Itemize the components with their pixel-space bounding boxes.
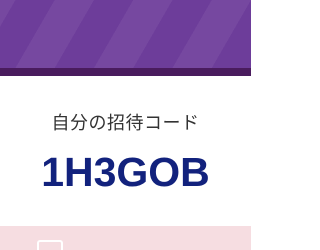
header-banner <box>0 0 251 68</box>
header-divider <box>0 68 251 76</box>
clipboard-icon[interactable] <box>37 240 63 250</box>
invite-code-value[interactable]: 1H3GOB <box>0 147 251 197</box>
invite-screen: 自分の招待コード 1H3GOB <box>0 0 251 250</box>
invite-code-label: 自分の招待コード <box>51 113 200 134</box>
